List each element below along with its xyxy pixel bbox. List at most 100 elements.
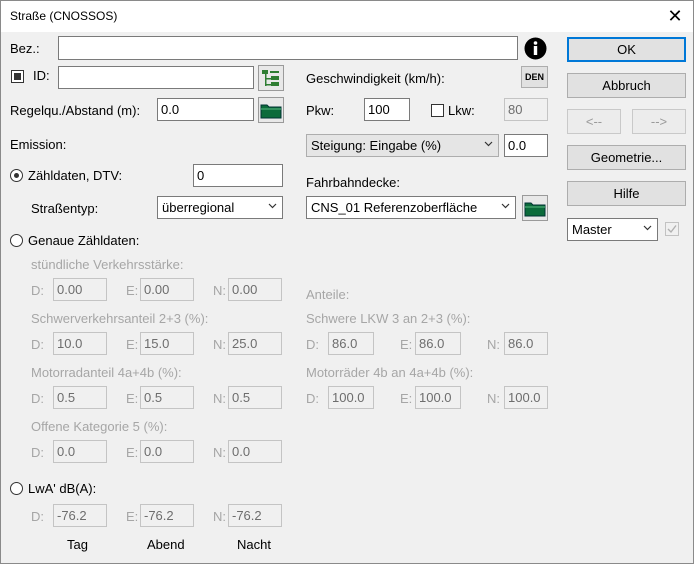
chevron-down-icon <box>501 203 510 209</box>
zaehldaten-input[interactable]: 0 <box>193 164 283 187</box>
schwere-lkw-d-input[interactable]: 86.0 <box>328 332 374 355</box>
hilfe-button[interactable]: Hilfe <box>567 181 686 206</box>
lwa-e-input[interactable]: -76.2 <box>140 504 194 527</box>
abbruch-button[interactable]: Abbruch <box>567 73 686 98</box>
emission-label: Emission: <box>10 137 67 152</box>
motorrad-n-label: N: <box>213 391 226 406</box>
offene-e-input[interactable]: 0.0 <box>140 440 194 463</box>
strassentyp-select[interactable]: überregional <box>157 196 283 219</box>
lwa-e-label: E: <box>126 509 139 524</box>
schwere-lkw-d-label: D: <box>306 337 319 352</box>
motorraeder-n-label: N: <box>487 391 500 406</box>
schwer-e-label: E: <box>126 337 139 352</box>
footer-tag: Tag <box>67 537 88 552</box>
master-checkbox[interactable] <box>665 222 679 236</box>
fahrbahn-label: Fahrbahndecke: <box>306 175 400 190</box>
anteile-label: Anteile: <box>306 287 350 302</box>
next-button[interactable]: --> <box>632 109 686 134</box>
lwa-n-input[interactable]: -76.2 <box>228 504 282 527</box>
lkw-checkbox[interactable] <box>431 104 444 117</box>
motorraeder-e-input[interactable]: 100.0 <box>415 386 461 409</box>
motorraeder-e-label: E: <box>400 391 413 406</box>
footer-abend: Abend <box>147 537 185 552</box>
close-icon[interactable]: ✕ <box>657 1 693 32</box>
title-bar: Straße (CNOSSOS) ✕ <box>1 1 693 32</box>
chevron-down-icon <box>484 141 493 147</box>
prev-button[interactable]: <-- <box>567 109 621 134</box>
offene-d-label: D: <box>31 445 44 460</box>
schwere-lkw-n-input[interactable]: 86.0 <box>504 332 548 355</box>
schwer-e-input[interactable]: 15.0 <box>140 332 194 355</box>
strassentyp-value: überregional <box>162 200 235 215</box>
lwa-radio[interactable] <box>10 482 23 495</box>
window-title: Straße (CNOSSOS) <box>10 9 118 23</box>
motorraeder-label: Motorräder 4b an 4a+4b (%): <box>306 365 474 380</box>
zaehldaten-radio[interactable] <box>10 169 23 182</box>
id-input[interactable] <box>58 66 254 89</box>
schwere-lkw-n-label: N: <box>487 337 500 352</box>
master-select[interactable]: Master <box>567 218 658 241</box>
stuendlich-d-input[interactable]: 0.00 <box>53 278 107 301</box>
bez-input[interactable] <box>58 36 518 60</box>
schwer-n-input[interactable]: 25.0 <box>228 332 282 355</box>
den-button[interactable]: DEN <box>521 66 548 88</box>
id-label: ID: <box>33 68 50 83</box>
motorrad-n-input[interactable]: 0.5 <box>228 386 282 409</box>
motorrad-e-input[interactable]: 0.5 <box>140 386 194 409</box>
stuendlich-label: stündliche Verkehrsstärke: <box>31 257 184 272</box>
geometrie-button[interactable]: Geometrie... <box>567 145 686 170</box>
motorrad-label: Motorradanteil 4a+4b (%): <box>31 365 182 380</box>
steigung-select[interactable]: Steigung: Eingabe (%) <box>306 134 499 157</box>
motorraeder-d-input[interactable]: 100.0 <box>328 386 374 409</box>
id-checkbox[interactable] <box>11 70 24 83</box>
schwer-label: Schwerverkehrsanteil 2+3 (%): <box>31 311 209 326</box>
geschw-label: Geschwindigkeit (km/h): <box>306 71 445 86</box>
info-icon[interactable] <box>523 36 548 61</box>
lkw-input[interactable]: 80 <box>504 98 548 121</box>
schwer-d-label: D: <box>31 337 44 352</box>
schwer-n-label: N: <box>213 337 226 352</box>
lwa-n-label: N: <box>213 509 226 524</box>
folder-icon[interactable] <box>522 195 548 221</box>
schwere-lkw-e-label: E: <box>400 337 413 352</box>
offene-e-label: E: <box>126 445 139 460</box>
fahrbahn-value: CNS_01 Referenzoberfläche <box>311 200 478 215</box>
chevron-down-icon <box>643 225 652 231</box>
strassentyp-label: Straßentyp: <box>31 201 99 216</box>
zaehldaten-label: Zähldaten, DTV: <box>28 168 123 183</box>
schwere-lkw-label: Schwere LKW 3 an 2+3 (%): <box>306 311 471 326</box>
fahrbahn-select[interactable]: CNS_01 Referenzoberfläche <box>306 196 516 219</box>
offene-label: Offene Kategorie 5 (%): <box>31 419 168 434</box>
ok-button[interactable]: OK <box>567 37 686 62</box>
schwer-d-input[interactable]: 10.0 <box>53 332 107 355</box>
folder-icon[interactable] <box>258 97 284 123</box>
footer-nacht: Nacht <box>237 537 271 552</box>
stuendlich-e-input[interactable]: 0.00 <box>140 278 194 301</box>
motorraeder-n-input[interactable]: 100.0 <box>504 386 548 409</box>
pkw-input[interactable]: 100 <box>364 98 410 121</box>
motorraeder-d-label: D: <box>306 391 319 406</box>
offene-d-input[interactable]: 0.0 <box>53 440 107 463</box>
dialog-window: Straße (CNOSSOS) ✕ Bez.: ID: Regelqu./Ab… <box>0 0 694 564</box>
lwa-label: LwA' dB(A): <box>28 481 97 496</box>
stuendlich-n-label: N: <box>213 283 226 298</box>
schwere-lkw-e-input[interactable]: 86.0 <box>415 332 461 355</box>
regelqu-input[interactable]: 0.0 <box>157 98 254 121</box>
pkw-label: Pkw: <box>306 103 335 118</box>
motorrad-d-input[interactable]: 0.5 <box>53 386 107 409</box>
genaue-label: Genaue Zähldaten: <box>28 233 140 248</box>
regelqu-label: Regelqu./Abstand (m): <box>10 103 141 118</box>
offene-n-input[interactable]: 0.0 <box>228 440 282 463</box>
stuendlich-d-label: D: <box>31 283 44 298</box>
steigung-input[interactable]: 0.0 <box>504 134 548 157</box>
offene-n-label: N: <box>213 445 226 460</box>
bez-label: Bez.: <box>10 41 40 56</box>
motorrad-e-label: E: <box>126 391 139 406</box>
tree-icon[interactable] <box>258 65 284 91</box>
stuendlich-n-input[interactable]: 0.00 <box>228 278 282 301</box>
lkw-label: Lkw: <box>448 103 475 118</box>
lwa-d-input[interactable]: -76.2 <box>53 504 107 527</box>
genaue-radio[interactable] <box>10 234 23 247</box>
lwa-d-label: D: <box>31 509 44 524</box>
master-value: Master <box>572 222 612 237</box>
